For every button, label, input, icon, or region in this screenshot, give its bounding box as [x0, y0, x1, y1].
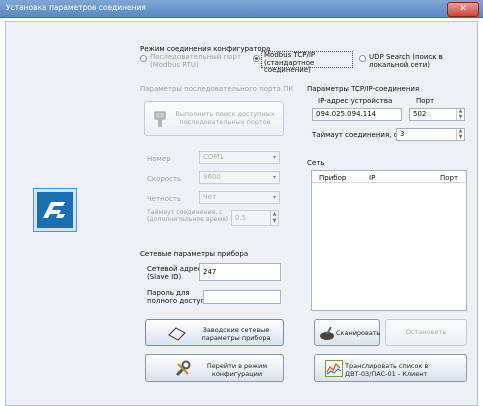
tcp-timeout-label: Таймаут соединения, с [312, 131, 398, 139]
serial-timeout-label: Таймаут соединения, с (дополнительное вре… [147, 209, 229, 223]
baud-label: Скорость [147, 175, 182, 183]
config-mode-button[interactable]: Перейти в режим конфигурации [145, 354, 284, 382]
mode-udp-label: UDP Search (поиск в локальной сети) [369, 53, 443, 69]
window-title: Установка параметров соединения [6, 3, 146, 12]
port-search-icon [154, 111, 166, 127]
scan-button[interactable]: Сканировать [314, 319, 380, 346]
scan-icon [320, 326, 334, 340]
mode-radio-udp[interactable] [359, 55, 366, 62]
close-button[interactable]: ✕ [447, 2, 479, 17]
network-group-label: Сеть [307, 159, 325, 167]
column-device: Прибор [319, 174, 347, 182]
search-ports-button[interactable]: Выполнить поиск доступных последовательны… [144, 101, 284, 136]
device-group-label: Сетевые параметры прибора [140, 250, 249, 258]
column-port: Порт [440, 174, 459, 182]
column-ip: IP [369, 174, 376, 182]
ip-address-field[interactable]: 094.025.094.114 [312, 108, 402, 121]
tcp-timeout-field[interactable]: 3 ▲ ▼ [396, 128, 465, 141]
stop-button[interactable]: Остановить [385, 319, 467, 346]
password-field[interactable] [203, 290, 281, 304]
serial-timeout-field[interactable]: 0.5 ▲ ▼ [231, 210, 279, 226]
tools-icon [175, 360, 191, 377]
mode-radio-tcp[interactable] [253, 55, 260, 62]
parity-label: Четность [147, 195, 182, 203]
slave-id-field[interactable]: 247 [199, 263, 281, 281]
port-label: Порт [416, 97, 435, 105]
serial-port-select[interactable]: COM1 ▾ [199, 151, 280, 164]
port-field[interactable]: 502 ▲ ▼ [409, 108, 465, 121]
password-label: Пароль для полного доступа [147, 289, 210, 305]
app-logo-icon [34, 189, 76, 231]
chart-icon [325, 360, 343, 377]
eraser-icon [168, 327, 186, 341]
serial-group-label: Параметры последовательного порта ПК [140, 85, 294, 93]
slave-id-label: Сетевой адрес (Slave ID) [147, 265, 202, 281]
serial-port-label: Номер [147, 155, 171, 163]
tcp-group-label: Параметры TCP/IP-соединения [307, 85, 420, 93]
mode-serial-label: Последовательный порт (Modbus RTU) [150, 53, 241, 69]
translate-list-button[interactable]: Транслировать список в ДВТ-03/ПАС-01 - Кл… [314, 354, 467, 382]
factory-settings-button[interactable]: Заводские сетевые параметры прибора [145, 319, 284, 346]
ip-label: IP-адрес устройства [318, 97, 393, 105]
mode-radio-serial[interactable] [140, 55, 147, 62]
mode-tcp-label: Modbus TCP/IP (стандартное соединение) [261, 51, 353, 74]
baud-select[interactable]: 9600 ▾ [199, 171, 280, 184]
mode-group-label: Режим соединения конфигуратора [140, 45, 271, 53]
network-device-list[interactable]: Прибор IP Порт [311, 170, 467, 311]
parity-select[interactable]: Чет ▾ [199, 191, 280, 204]
